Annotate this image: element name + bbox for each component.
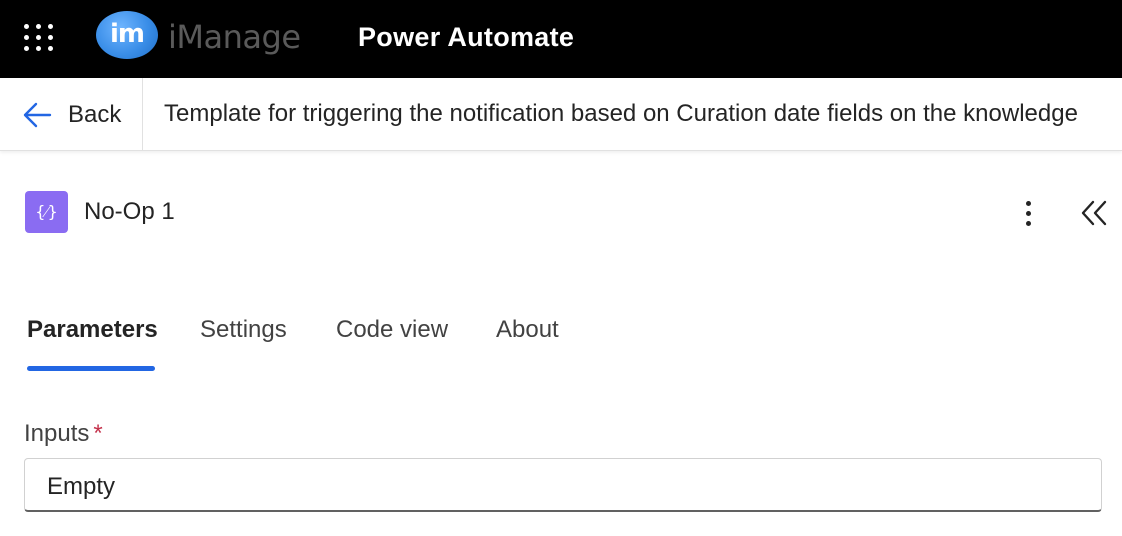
app-title: Power Automate xyxy=(358,22,575,52)
inputs-field[interactable]: Empty xyxy=(24,458,1102,512)
imanage-logo: im iManage xyxy=(96,10,306,66)
inputs-label-text: Inputs xyxy=(24,420,90,447)
inputs-label: Inputs * xyxy=(24,420,103,448)
required-marker: * xyxy=(93,420,103,447)
back-button[interactable]: Back xyxy=(20,96,121,134)
top-bar: im iManage Power Automate xyxy=(0,0,1122,78)
nav-divider xyxy=(142,78,143,150)
action-name[interactable]: No-Op 1 xyxy=(84,198,175,226)
more-vertical-icon[interactable] xyxy=(1016,196,1040,230)
logo-mark: im xyxy=(96,11,158,59)
chevron-double-left-icon xyxy=(1081,200,1107,226)
tab-parameters[interactable]: Parameters xyxy=(27,316,158,344)
tab-about[interactable]: About xyxy=(496,316,559,344)
flow-nav-bar: Back Template for triggering the notific… xyxy=(0,78,1122,151)
tab-code-view[interactable]: Code view xyxy=(336,316,448,344)
logo-text: iManage xyxy=(168,18,301,56)
variable-braces-icon: {⁄} xyxy=(25,191,68,233)
back-label: Back xyxy=(68,101,122,128)
flow-title: Template for triggering the notification… xyxy=(164,100,1078,127)
arrow-left-icon xyxy=(23,102,52,128)
waffle-icon[interactable] xyxy=(24,24,54,51)
active-tab-indicator xyxy=(27,366,155,371)
tab-settings[interactable]: Settings xyxy=(200,316,287,344)
logo-mark-text: im xyxy=(110,19,145,49)
inputs-value: Empty xyxy=(47,473,116,500)
collapse-panel-button[interactable] xyxy=(1078,196,1110,230)
